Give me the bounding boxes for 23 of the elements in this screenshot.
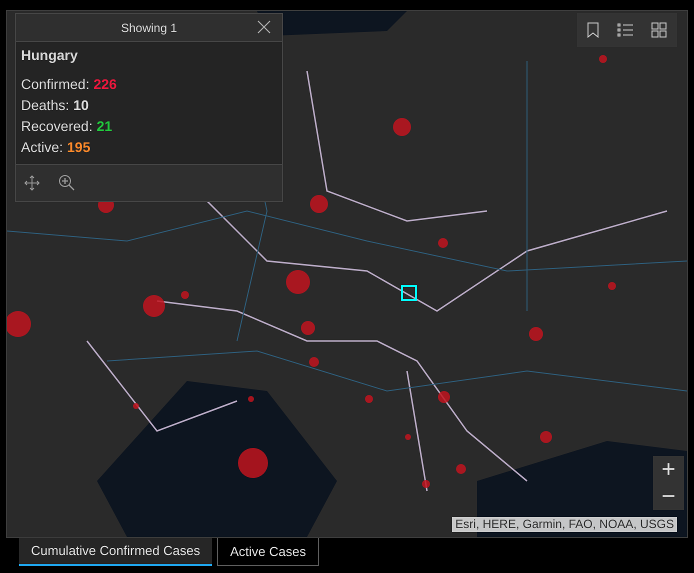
popup-header: Showing 1 (120, 20, 178, 36)
tab[interactable]: Active Cases (217, 538, 319, 566)
field-value: 226 (93, 75, 117, 94)
zoom-in-icon[interactable] (58, 174, 76, 192)
field-value: 195 (67, 138, 90, 157)
map-view[interactable]: Showing 1 Hungary Confirmed: 226 Deaths: 10 Recovered: 21 Active: 195 + − Esri, HERE, Garmin, FAO, NOAA, USGS (6, 10, 688, 538)
list-icon[interactable] (617, 23, 633, 37)
close-icon (256, 19, 272, 35)
popup-title: Hungary (21, 46, 79, 65)
field-label: Active: (21, 138, 64, 157)
zoom-in-button[interactable]: + (653, 456, 684, 483)
field-label: Deaths: (21, 96, 70, 115)
bookmark-icon[interactable] (587, 22, 599, 38)
field-label: Recovered: (21, 117, 93, 136)
field-label: Confirmed: (21, 75, 90, 94)
tab[interactable]: Cumulative Confirmed Cases (19, 538, 212, 566)
move-icon[interactable] (24, 175, 40, 191)
attribution-text: Esri, HERE, Garmin, FAO, NOAA, USGS (452, 517, 677, 532)
field-value: 10 (73, 96, 89, 115)
close-button[interactable] (256, 19, 272, 35)
grid-icon[interactable] (651, 22, 667, 38)
zoom-out-button[interactable]: − (653, 483, 684, 510)
field-value: 21 (96, 117, 112, 136)
